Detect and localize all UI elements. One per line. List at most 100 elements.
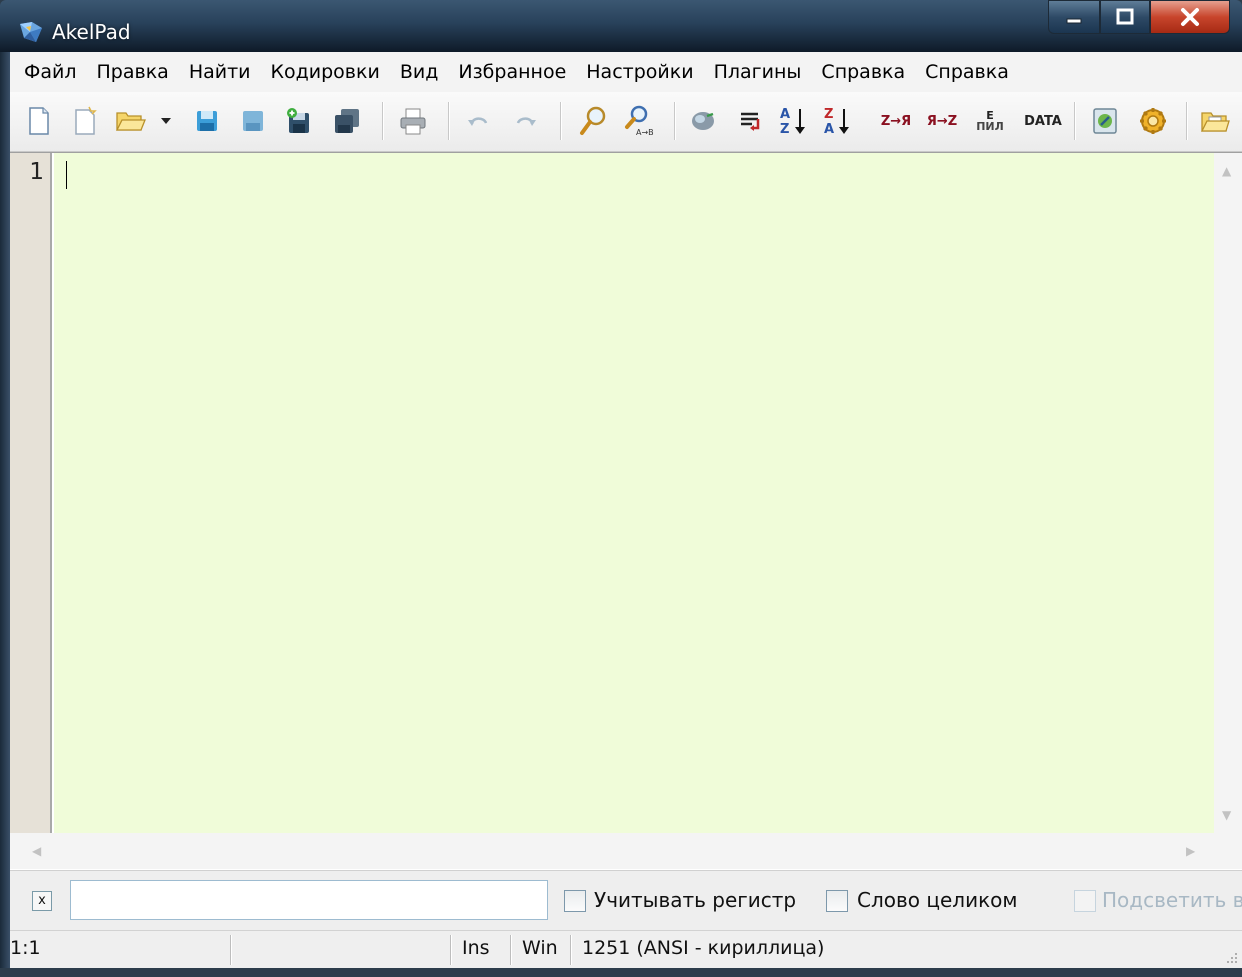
highlight-all-label: Подсветить в: [1102, 888, 1242, 912]
sort-desc-icon: ZA: [824, 107, 849, 137]
window-left-border: [0, 52, 10, 968]
minimize-button[interactable]: [1048, 0, 1100, 34]
match-case-label[interactable]: Учитывать регистр: [594, 888, 796, 912]
scroll-down-arrow-icon[interactable]: ▼: [1222, 809, 1231, 821]
toolbar-separator: [1186, 102, 1187, 140]
menu-edit[interactable]: Правка: [87, 52, 179, 92]
highlight-all-checkbox[interactable]: [1074, 890, 1096, 912]
insert-mode[interactable]: Ins: [462, 937, 490, 959]
svg-text:Z: Z: [780, 122, 789, 137]
whole-word-checkbox[interactable]: [826, 890, 848, 912]
line-number: 1: [29, 159, 44, 185]
resize-grip-icon[interactable]: [1226, 952, 1238, 964]
save-all-icon: [335, 109, 359, 133]
redo-icon: [516, 117, 536, 126]
edit-document-button[interactable]: [1088, 104, 1122, 138]
convert-cyr-lat-button[interactable]: Я→Z: [922, 104, 962, 138]
favorites-button[interactable]: [1198, 104, 1232, 138]
new-window-button[interactable]: [68, 104, 102, 138]
open-dropdown-button[interactable]: [156, 104, 176, 138]
scroll-right-arrow-icon[interactable]: ▶: [1186, 845, 1195, 857]
scroll-left-arrow-icon[interactable]: ◀: [32, 845, 41, 857]
toolbar-separator: [448, 102, 449, 140]
toolbar-separator: [1074, 102, 1075, 140]
menu-file[interactable]: Файл: [14, 52, 87, 92]
replace-button[interactable]: A→B: [622, 104, 656, 138]
word-wrap-button[interactable]: [734, 104, 768, 138]
scroll-up-arrow-icon[interactable]: ▲: [1222, 165, 1231, 177]
save-disabled-button[interactable]: [236, 104, 270, 138]
menu-options[interactable]: Настройки: [576, 52, 703, 92]
minimize-icon: [1066, 18, 1082, 24]
insert-date-button[interactable]: DATA: [1020, 104, 1066, 138]
whole-word-label[interactable]: Слово целиком: [857, 888, 1017, 912]
settings-gear-icon: [1140, 108, 1166, 134]
open-button[interactable]: [114, 104, 148, 138]
print-button[interactable]: [396, 104, 430, 138]
sort-asc-button[interactable]: AZ: [776, 104, 810, 138]
find-button[interactable]: [576, 104, 610, 138]
status-separator: [510, 935, 511, 965]
window-title: AkelPad: [52, 20, 131, 44]
svg-text:A: A: [824, 122, 834, 137]
new-file-button[interactable]: [22, 104, 56, 138]
editor-text-area[interactable]: [54, 153, 1214, 833]
undo-button[interactable]: [462, 104, 496, 138]
codepage[interactable]: 1251 (ANSI - кириллица): [582, 937, 824, 959]
close-icon: [1181, 8, 1199, 26]
edit-document-icon: [1093, 108, 1117, 134]
redo-button[interactable]: [508, 104, 542, 138]
title-bar[interactable]: AkelPad: [0, 0, 1242, 52]
svg-text:A: A: [780, 107, 790, 122]
open-folder-icon: [115, 112, 146, 131]
replace-icon: A→B: [625, 105, 654, 137]
text-caret: [66, 161, 67, 189]
menu-help-2[interactable]: Справка: [915, 52, 1019, 92]
menu-help[interactable]: Справка: [811, 52, 915, 92]
go-to-button[interactable]: [686, 104, 720, 138]
favorites-folder-icon: [1200, 112, 1230, 132]
settings-button[interactable]: [1136, 104, 1170, 138]
status-bar: 1:1 Ins Win 1251 (ANSI - кириллица): [10, 930, 1242, 968]
find-input[interactable]: [70, 880, 548, 920]
save-icon: [197, 111, 217, 131]
window-bottom-border: [0, 968, 1242, 977]
go-to-icon: [692, 112, 714, 130]
new-file-icon: [29, 107, 49, 135]
menu-favorites[interactable]: Избранное: [448, 52, 576, 92]
match-case-checkbox[interactable]: [564, 890, 586, 912]
toolbar-separator: [674, 102, 675, 140]
convert-cyr-lat-icon: Я→Z: [926, 113, 958, 129]
transliterate-top-label: E: [986, 108, 994, 122]
find-bar-close-button[interactable]: x: [32, 891, 52, 911]
find-icon: [580, 106, 606, 135]
svg-text:Z: Z: [824, 107, 833, 122]
toolbar-separator: [560, 102, 561, 140]
toolbar-separator: [382, 102, 383, 140]
save-as-button[interactable]: [282, 104, 316, 138]
status-separator: [230, 935, 231, 965]
transliterate-button[interactable]: E ПИЛ: [970, 104, 1010, 138]
sort-desc-button[interactable]: ZA: [820, 104, 854, 138]
open-dropdown-icon: [161, 118, 171, 124]
menu-encodings[interactable]: Кодировки: [261, 52, 390, 92]
save-button[interactable]: [190, 104, 224, 138]
akelpad-logo-icon: [20, 22, 42, 42]
menu-search[interactable]: Найти: [179, 52, 261, 92]
status-separator: [450, 935, 451, 965]
sort-asc-icon: AZ: [780, 107, 805, 137]
menu-view[interactable]: Вид: [390, 52, 449, 92]
save-disabled-icon: [243, 111, 263, 131]
window-controls: [1048, 0, 1230, 38]
horizontal-scrollbar[interactable]: ◀ ▶: [10, 833, 1214, 869]
transliterate-icon: ПИЛ: [976, 119, 1004, 133]
newline-format[interactable]: Win: [522, 937, 558, 959]
vertical-scrollbar[interactable]: ▲ ▼: [1214, 153, 1242, 833]
menu-bar: Файл Правка Найти Кодировки Вид Избранно…: [10, 52, 1242, 92]
convert-lat-cyr-button[interactable]: Z→Я: [876, 104, 916, 138]
maximize-button[interactable]: [1100, 0, 1150, 34]
svg-text:A→B: A→B: [636, 128, 654, 137]
close-button[interactable]: [1150, 0, 1230, 34]
menu-plugins[interactable]: Плагины: [704, 52, 812, 92]
save-all-button[interactable]: [330, 104, 364, 138]
